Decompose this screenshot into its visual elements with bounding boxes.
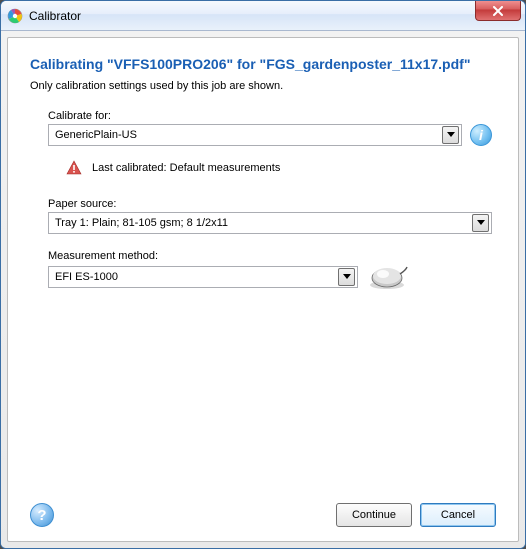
last-calibrated-row: Last calibrated: Default measurements [66,160,492,176]
page-subtext: Only calibration settings used by this j… [30,80,496,92]
client-area: Calibrating "VFFS100PRO206" for "FGS_gar… [1,31,525,548]
calibrate-for-value: GenericPlain-US [55,129,137,141]
chevron-down-icon [472,214,489,232]
close-button[interactable] [475,1,521,21]
info-icon: i [479,127,483,143]
button-row: Continue Cancel [336,503,496,527]
chevron-down-icon [442,126,459,144]
continue-button[interactable]: Continue [336,503,412,527]
main-panel: Calibrating "VFFS100PRO206" for "FGS_gar… [7,37,519,542]
footer: ? Continue Cancel [30,493,496,527]
measurement-method-label: Measurement method: [48,250,492,262]
measurement-method-value: EFI ES-1000 [55,271,118,283]
window-title: Calibrator [29,9,81,23]
help-icon: ? [37,507,46,524]
paper-source-value: Tray 1: Plain; 81-105 gsm; 8 1/2x11 [55,217,228,229]
paper-source-label: Paper source: [48,198,492,210]
calibrator-window: Calibrator Calibrating "VFFS100PRO206" f… [0,0,526,549]
measurement-device-icon [366,264,408,290]
close-icon [492,6,504,16]
form-area: Calibrate for: GenericPlain-US i [30,110,496,290]
paper-source-combo[interactable]: Tray 1: Plain; 81-105 gsm; 8 1/2x11 [48,212,492,234]
chevron-down-icon [338,268,355,286]
page-heading: Calibrating "VFFS100PRO206" for "FGS_gar… [30,56,496,72]
warning-icon [66,160,82,176]
help-button[interactable]: ? [30,503,54,527]
cancel-button[interactable]: Cancel [420,503,496,527]
titlebar: Calibrator [1,1,525,31]
calibrate-for-label: Calibrate for: [48,110,492,122]
measurement-method-combo[interactable]: EFI ES-1000 [48,266,358,288]
app-icon [7,8,23,24]
last-calibrated-text: Last calibrated: Default measurements [92,162,280,174]
calibrate-for-combo[interactable]: GenericPlain-US [48,124,462,146]
info-button[interactable]: i [470,124,492,146]
